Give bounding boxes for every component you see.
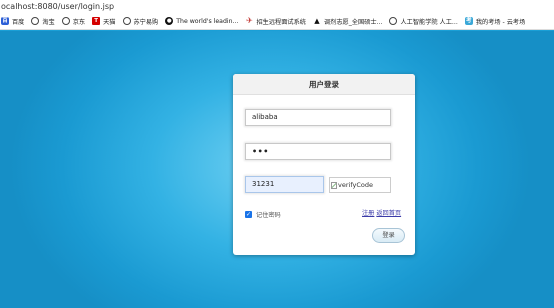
globe-icon (122, 17, 131, 25)
graduation-cap-icon: ▲ (314, 17, 320, 25)
password-input[interactable]: ••• (245, 143, 391, 160)
bookmark-jd[interactable]: 京东 (61, 13, 86, 29)
bookmark-label: The world's leadin... (176, 17, 239, 25)
bookmark-label: 淘宝 (42, 18, 55, 26)
bookmark-label: 百度 (12, 18, 25, 26)
bookmark-adjust[interactable]: ▲ 调剂志愿_全国硕士... (313, 13, 383, 29)
baidu-icon: 百 (1, 17, 9, 25)
verify-code-input[interactable]: 31231 (245, 176, 324, 193)
bookmarks-bar: 百 百度 淘宝 京东 T 天猫 苏宁易购 ● The world's leadi… (0, 13, 554, 30)
login-button[interactable]: 登录 (372, 228, 405, 243)
bookmark-label: 招生远程面试系统 (256, 18, 306, 26)
auth-links: 注册 返回首页 (362, 208, 401, 217)
bookmark-label: 京东 (72, 18, 86, 26)
login-title: 用户登录 (233, 74, 415, 95)
bookmark-suning[interactable]: 苏宁易购 (122, 13, 159, 29)
bookmark-label: 苏宁易购 (133, 18, 159, 26)
bookmark-label: 天猫 (103, 18, 116, 26)
exam-icon: 考 (464, 17, 473, 25)
remember-label: 记住密码 (256, 212, 281, 219)
bookmark-github[interactable]: ● The world's leadin... (165, 13, 239, 29)
verify-code-image[interactable]: verifyCode (329, 177, 391, 193)
bookmark-taobao[interactable]: 淘宝 (31, 13, 55, 29)
bookmark-ai-school[interactable]: 人工智能学院 人工... (389, 13, 458, 29)
bookmark-baidu[interactable]: 百 百度 (1, 13, 25, 29)
globe-icon (61, 17, 70, 25)
bookmark-label: 调剂志愿_全国硕士... (323, 18, 383, 26)
login-card: 用户登录 alibaba ••• 31231 verifyCode ✓ 记住密码… (233, 74, 415, 255)
address-bar[interactable]: ocalhost:8080/user/login.jsp (0, 0, 554, 13)
verify-image-alt: verifyCode (338, 181, 373, 189)
register-link[interactable]: 注册 (362, 210, 374, 217)
tmall-icon: T (92, 17, 101, 25)
remember-password[interactable]: ✓ 记住密码 (245, 210, 281, 219)
globe-icon (389, 17, 398, 25)
github-icon: ● (165, 17, 174, 25)
username-input[interactable]: alibaba (245, 109, 391, 126)
bookmark-exam[interactable]: 考 我的考场 - 云考场 (464, 13, 526, 29)
bookmark-label: 人工智能学院 人工... (400, 18, 458, 26)
broken-image-icon (331, 181, 337, 189)
globe-icon (31, 17, 40, 25)
home-link[interactable]: 返回首页 (376, 210, 401, 217)
bookmark-interview[interactable]: ✈ 招生远程面试系统 (245, 13, 306, 29)
remember-checkbox[interactable]: ✓ (245, 211, 252, 218)
bookmark-label: 我的考场 - 云考场 (475, 18, 526, 26)
bookmark-tmall[interactable]: T 天猫 (92, 13, 116, 29)
rocket-icon: ✈ (246, 16, 253, 25)
